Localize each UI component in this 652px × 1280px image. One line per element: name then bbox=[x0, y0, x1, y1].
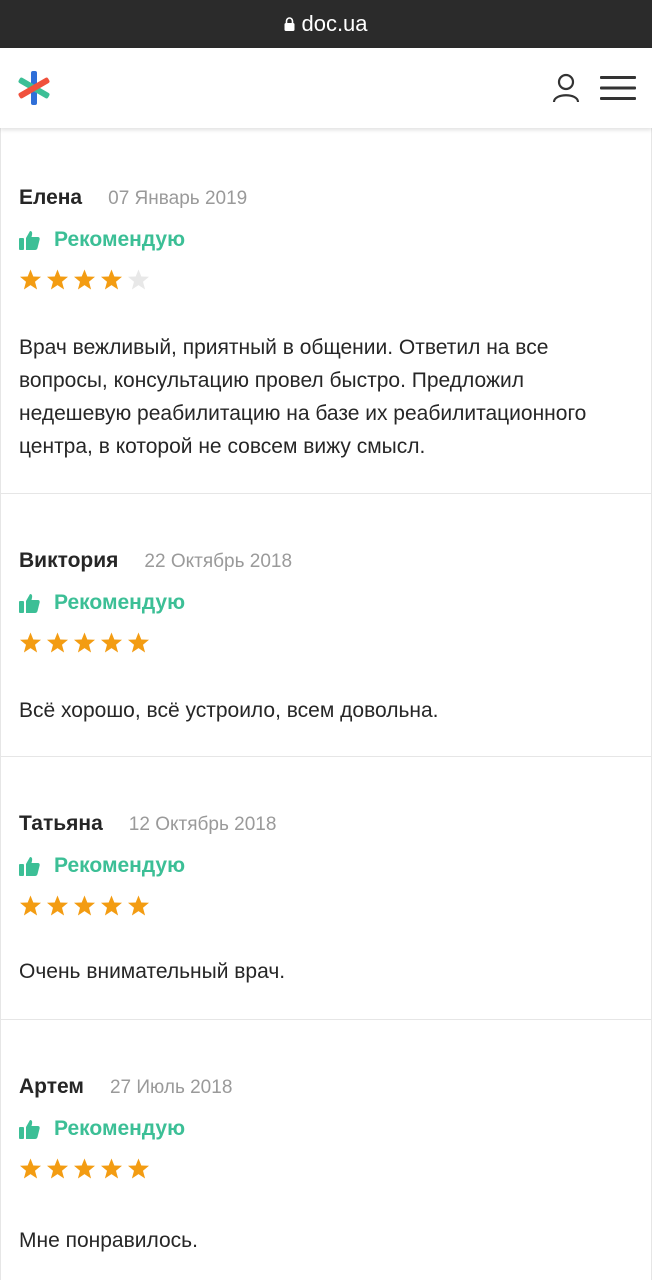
star-icon bbox=[73, 1157, 96, 1180]
star-icon bbox=[100, 631, 123, 654]
star-icon bbox=[19, 268, 42, 291]
star-icon bbox=[19, 1157, 42, 1180]
star-rating bbox=[19, 631, 633, 654]
thumbs-up-icon bbox=[19, 1119, 40, 1140]
review-text: Очень внимательный врач. bbox=[19, 960, 286, 983]
star-icon bbox=[19, 631, 42, 654]
reviews-list: Елена 07 Январь 2019 Рекомендую Врач веж… bbox=[0, 128, 652, 1280]
star-icon bbox=[19, 894, 42, 917]
star-icon bbox=[100, 894, 123, 917]
thumbs-up-icon bbox=[19, 856, 40, 877]
review-text: Врач вежливый, приятный в общении. Ответ… bbox=[19, 336, 587, 458]
star-icon bbox=[46, 631, 69, 654]
star-icon bbox=[73, 894, 96, 917]
review-text: Всё хорошо, всё устроило, всем довольна. bbox=[19, 699, 439, 722]
browser-url-bar[interactable]: doc.ua bbox=[0, 0, 652, 48]
review-text: Мне понравилось. bbox=[19, 1229, 198, 1252]
review-date: 27 Июль 2018 bbox=[109, 1077, 233, 1098]
star-rating bbox=[19, 894, 633, 917]
star-icon bbox=[127, 1157, 150, 1180]
star-icon bbox=[100, 268, 123, 291]
user-icon[interactable] bbox=[552, 73, 580, 103]
star-icon bbox=[127, 631, 150, 654]
star-icon bbox=[73, 268, 96, 291]
site-header bbox=[0, 48, 652, 128]
star-icon bbox=[46, 268, 69, 291]
doc-ua-logo-icon[interactable] bbox=[16, 70, 52, 106]
review-card: Елена 07 Январь 2019 Рекомендую Врач веж… bbox=[1, 128, 651, 494]
review-author: Виктория bbox=[19, 549, 119, 572]
hamburger-menu-icon[interactable] bbox=[600, 75, 636, 101]
recommend-label: Рекомендую bbox=[54, 228, 186, 251]
review-card: Виктория 22 Октябрь 2018 Рекомендую Всё … bbox=[1, 494, 651, 757]
star-icon bbox=[73, 631, 96, 654]
star-icon bbox=[46, 1157, 69, 1180]
lock-icon bbox=[284, 17, 295, 31]
review-author: Елена bbox=[19, 186, 83, 209]
star-icon bbox=[127, 894, 150, 917]
recommend-label: Рекомендую bbox=[54, 591, 186, 614]
review-card: Артем 27 Июль 2018 Рекомендую Мне понрав… bbox=[1, 1020, 651, 1280]
review-date: 12 Октябрь 2018 bbox=[128, 814, 277, 835]
review-author: Артем bbox=[19, 1075, 84, 1098]
url-text: doc.ua bbox=[301, 11, 368, 36]
star-icon bbox=[127, 268, 150, 291]
recommend-label: Рекомендую bbox=[54, 854, 186, 877]
review-card: Татьяна 12 Октябрь 2018 Рекомендую Очень… bbox=[1, 757, 651, 1020]
review-author: Татьяна bbox=[19, 812, 103, 835]
star-icon bbox=[100, 1157, 123, 1180]
star-rating bbox=[19, 268, 633, 291]
review-date: 07 Январь 2019 bbox=[108, 188, 248, 209]
thumbs-up-icon bbox=[19, 230, 40, 251]
recommend-label: Рекомендую bbox=[54, 1117, 186, 1140]
thumbs-up-icon bbox=[19, 593, 40, 614]
star-rating bbox=[19, 1157, 633, 1180]
star-icon bbox=[46, 894, 69, 917]
review-date: 22 Октябрь 2018 bbox=[144, 551, 293, 572]
